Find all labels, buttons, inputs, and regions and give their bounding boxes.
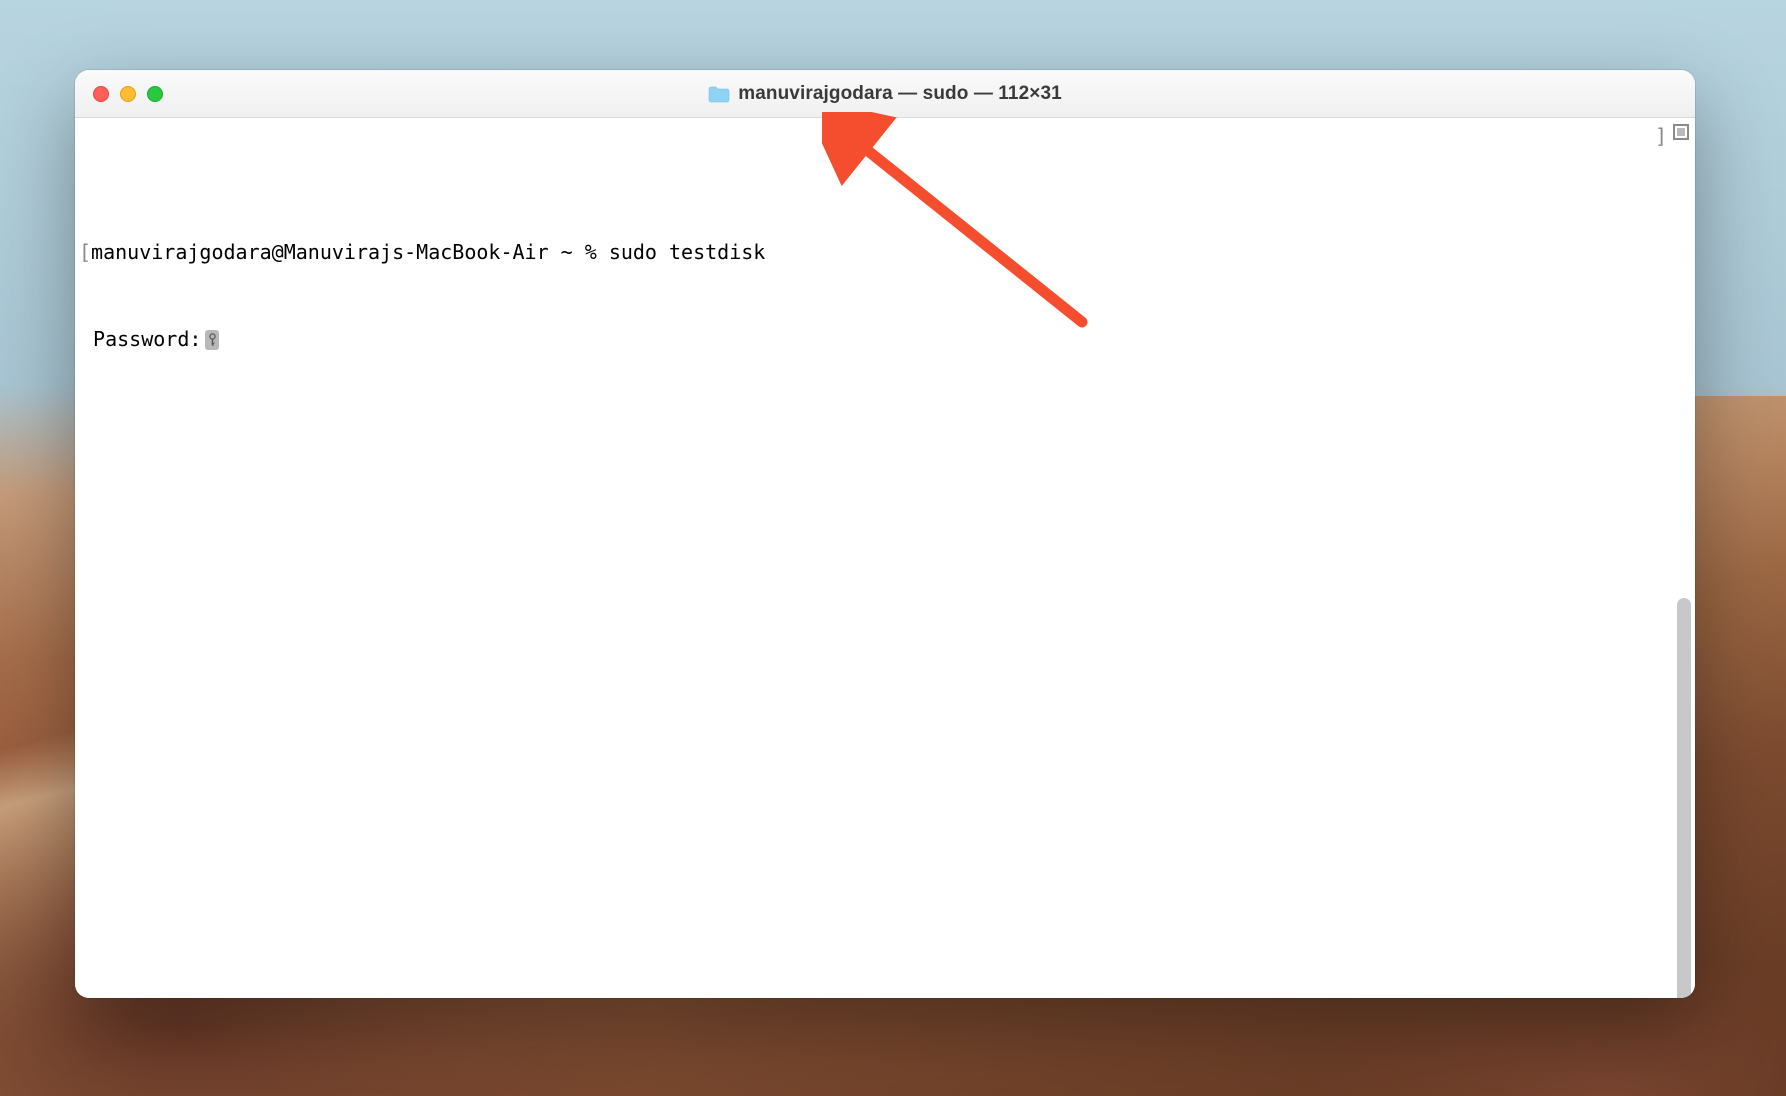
password-label: Password: [93,325,201,354]
close-button[interactable] [93,86,109,102]
minimize-button[interactable] [120,86,136,102]
titlebar[interactable]: manuvirajgodara — sudo — 112×31 [75,70,1695,118]
key-icon [205,330,219,350]
folder-icon [708,85,730,103]
maximize-button[interactable] [147,86,163,102]
scrollbar[interactable] [1675,168,1693,992]
prompt-text: manuvirajgodara@Manuvirajs-MacBook-Air ~… [91,240,609,264]
password-line: Password: [79,325,1687,354]
prompt-line: [manuvirajgodara@Manuvirajs-MacBook-Air … [79,238,1687,267]
prompt-close-bracket: ] [1655,122,1667,151]
command-text: sudo testdisk [609,240,766,264]
alt-screen-indicator-icon [1673,124,1689,140]
scrollbar-thumb[interactable] [1677,598,1691,998]
title-center: manuvirajgodara — sudo — 112×31 [75,83,1695,105]
window-title: manuvirajgodara — sudo — 112×31 [738,83,1062,105]
terminal-body[interactable]: ] [manuvirajgodara@Manuvirajs-MacBook-Ai… [75,118,1695,998]
prompt-open-bracket: [ [79,240,91,264]
traffic-lights [75,86,163,102]
terminal-window: manuvirajgodara — sudo — 112×31 ] [manuv… [75,70,1695,998]
